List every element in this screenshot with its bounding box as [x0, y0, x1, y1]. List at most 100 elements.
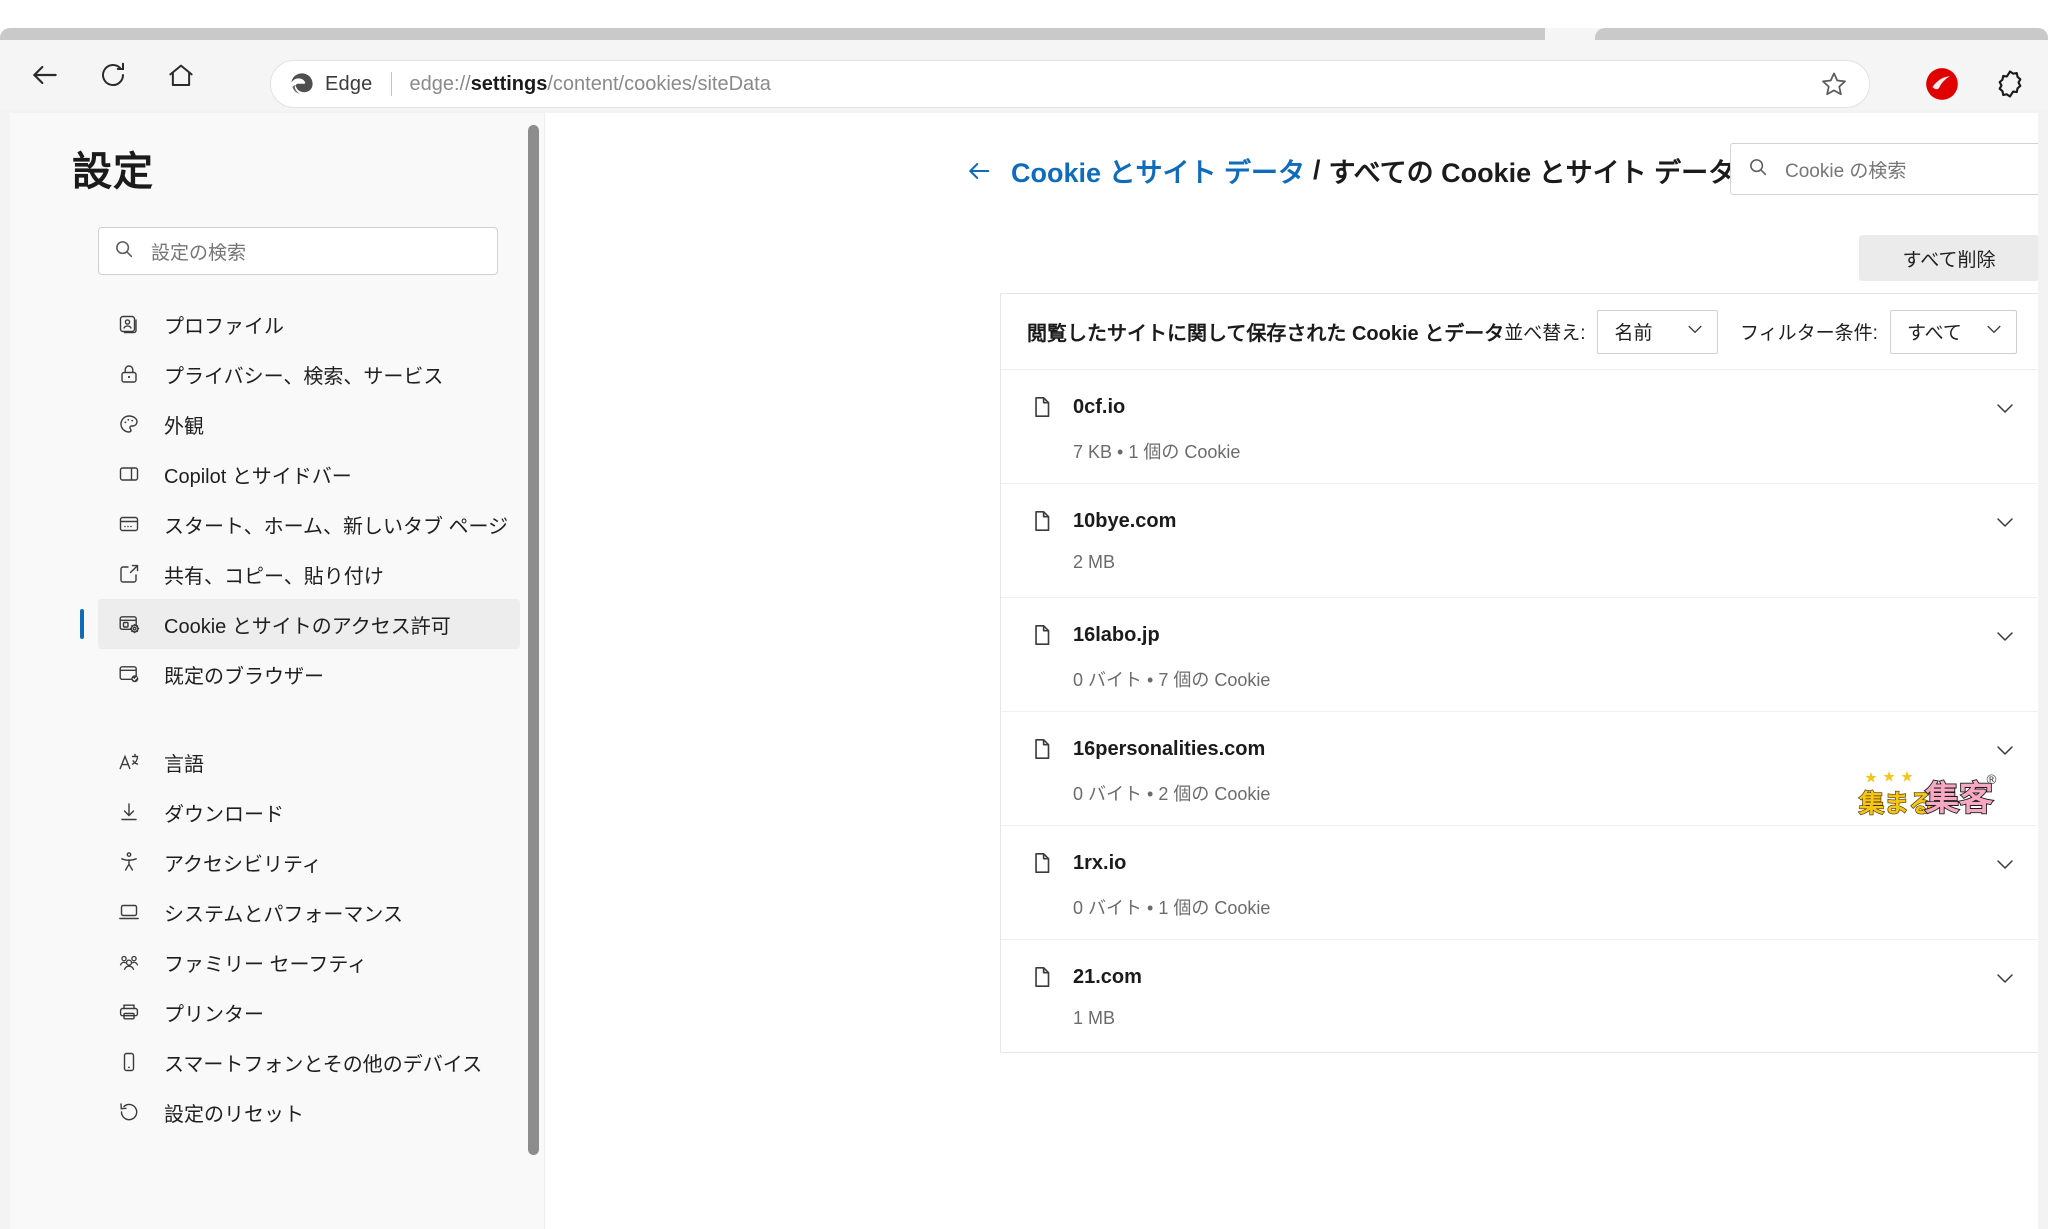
sidebar-item-label: スマートフォンとその他のデバイス — [164, 1053, 483, 1076]
cookie-row[interactable]: 1rx.io 0 バイト • 1 個の Cookie — [1001, 826, 2038, 940]
sidebar-item-profile[interactable]: プロファイル — [98, 299, 520, 349]
cookie-row-domain: 21.com — [1073, 966, 1142, 988]
sidebar-item-accessibility[interactable]: アクセシビリティ — [98, 837, 520, 887]
sidebar-item-appearance[interactable]: 外観 — [98, 399, 520, 449]
filter-select[interactable]: すべて — [1889, 309, 2017, 354]
settings-sidebar: 設定 設定の検索 プロファイル プライバシー、検索、サービス 外観 Copilo… — [10, 113, 545, 1229]
sidebar-item-label: システムとパフォーマンス — [164, 903, 403, 926]
chevron-down-icon — [1685, 319, 1705, 344]
omnibox-brand-label: Edge — [325, 72, 373, 95]
sidebar-item-cookies-site-permissions[interactable]: Cookie とサイトのアクセス許可 — [80, 599, 520, 649]
tab-shape-left — [0, 28, 1570, 40]
sidebar-item-system-performance[interactable]: システムとパフォーマンス — [98, 887, 520, 937]
chevron-down-icon[interactable] — [1993, 852, 2017, 881]
star-icon[interactable] — [1817, 67, 1851, 101]
sidebar-item-default-browser[interactable]: 既定のブラウザー — [98, 649, 520, 699]
sidebar-nav-group-2: 言語 ダウンロード アクセシビリティ システムとパフォーマンス ファミリー セー… — [10, 737, 544, 1137]
share-icon — [116, 561, 142, 587]
chevron-down-icon[interactable] — [1993, 624, 2017, 653]
page-title: 設定 — [72, 150, 154, 194]
cookie-row-meta: 7 KB • 1 個の Cookie — [1073, 442, 1241, 462]
cookie-row-domain: 16personalities.com — [1073, 738, 1266, 760]
cookie-row-meta: 0 バイト • 1 個の Cookie — [1073, 898, 1271, 918]
sidebar-item-label: 外観 — [164, 415, 204, 438]
sidebar-item-phone-other-devices[interactable]: スマートフォンとその他のデバイス — [98, 1037, 520, 1087]
sidebar-item-family-safety[interactable]: ファミリー セーフティ — [98, 937, 520, 987]
sidebar-item-label: プライバシー、検索、サービス — [164, 365, 444, 388]
phone-icon — [116, 1049, 142, 1075]
breadcrumb-parent-link[interactable]: Cookie とサイト データ — [1011, 151, 1305, 190]
back-arrow-icon — [29, 59, 61, 91]
back-arrow-icon[interactable] — [965, 157, 993, 185]
trend-micro-extension-icon[interactable] — [1918, 60, 1966, 108]
sidebar-item-privacy[interactable]: プライバシー、検索、サービス — [98, 349, 520, 399]
cookie-row[interactable]: 21.com 1 MB — [1001, 940, 2038, 1052]
sidebar-item-label: ファミリー セーフティ — [164, 953, 368, 976]
address-bar[interactable]: Edge edge://settings/content/cookies/sit… — [270, 60, 1870, 108]
system-icon — [116, 899, 142, 925]
sidebar-item-reset-settings[interactable]: 設定のリセット — [98, 1087, 520, 1137]
sort-select[interactable]: 名前 — [1597, 309, 1719, 354]
cookie-row[interactable]: 16personalities.com 0 バイト • 2 個の Cookie — [1001, 712, 2038, 826]
url-prefix: edge:// — [409, 72, 471, 95]
sidebar-item-downloads[interactable]: ダウンロード — [98, 787, 520, 837]
sidebar-group-divider — [10, 699, 544, 737]
settings-main-panel: Cookie とサイト データ / すべての Cookie とサイト データ C… — [545, 113, 2038, 1229]
cookie-row[interactable]: 10bye.com 2 MB — [1001, 484, 2038, 598]
document-icon — [1029, 508, 1055, 539]
sidebar-item-label: 既定のブラウザー — [164, 665, 324, 688]
cookie-permissions-icon — [116, 611, 142, 637]
cookie-row-meta: 1 MB — [1073, 1008, 1116, 1028]
chevron-down-icon — [1984, 319, 2004, 344]
chevron-down-icon[interactable] — [1993, 396, 2017, 425]
cookie-row-domain: 0cf.io — [1073, 396, 1126, 418]
cookie-row-meta: 2 MB — [1073, 552, 1116, 572]
tab-strip — [0, 0, 2048, 40]
sidebar-item-label: スタート、ホーム、新しいタブ ページ — [164, 515, 509, 538]
sidebar-item-label: Cookie とサイトのアクセス許可 — [164, 615, 451, 638]
cookie-list-card: 閲覧したサイトに関して保存された Cookie とデータ 並べ替え: 名前 フィ… — [1000, 293, 2038, 1053]
sidebar-item-languages[interactable]: 言語 — [98, 737, 520, 787]
reload-icon — [98, 60, 128, 90]
settings-search-placeholder: 設定の検索 — [151, 242, 247, 264]
remove-all-button[interactable]: すべて削除 — [1859, 235, 2038, 281]
settings-page: 設定 設定の検索 プロファイル プライバシー、検索、サービス 外観 Copilo… — [10, 113, 2038, 1229]
document-icon — [1029, 394, 1055, 425]
sidebar-item-share-copy-paste[interactable]: 共有、コピー、貼り付け — [98, 549, 520, 599]
newtab-icon — [116, 511, 142, 537]
chevron-down-icon[interactable] — [1993, 510, 2017, 539]
sidebar-item-printers[interactable]: プリンター — [98, 987, 520, 1037]
language-icon — [116, 749, 142, 775]
cookie-list-rows: 0cf.io 7 KB • 1 個の Cookie 10bye.com 2 MB 16l… — [1001, 370, 2038, 1052]
sidebar-item-label: 共有、コピー、貼り付け — [164, 565, 384, 588]
reload-button[interactable] — [86, 48, 140, 102]
cookie-row-meta: 0 バイト • 2 個の Cookie — [1073, 784, 1271, 804]
cookie-list-title: 閲覧したサイトに関して保存された Cookie とデータ — [1027, 323, 1505, 345]
browser-window: Edge edge://settings/content/cookies/sit… — [0, 0, 2048, 1229]
cookie-search-input[interactable]: Cookie の検索 — [1730, 143, 2038, 195]
cookie-row[interactable]: 0cf.io 7 KB • 1 個の Cookie — [1001, 370, 2038, 484]
profile-icon — [116, 311, 142, 337]
cookie-row-meta: 0 バイト • 7 個の Cookie — [1073, 670, 1271, 690]
sidebar-item-start-home-newtab[interactable]: スタート、ホーム、新しいタブ ページ — [98, 499, 520, 549]
sidebar-scrollbar-thumb[interactable] — [528, 125, 539, 1155]
cookie-search-placeholder: Cookie の検索 — [1785, 160, 1907, 182]
breadcrumb: Cookie とサイト データ / すべての Cookie とサイト データ — [965, 151, 1735, 190]
sidebar-item-label: 設定のリセット — [164, 1103, 304, 1126]
cookie-row-domain: 16labo.jp — [1073, 624, 1160, 646]
cookie-row-domain: 10bye.com — [1073, 510, 1177, 532]
printer-icon — [116, 999, 142, 1025]
sidebar-item-copilot-sidebar[interactable]: Copilot とサイドバー — [98, 449, 520, 499]
gear-extension-icon[interactable] — [1986, 60, 2034, 108]
home-icon — [166, 60, 196, 90]
chevron-down-icon[interactable] — [1993, 738, 2017, 767]
search-icon — [113, 238, 135, 265]
home-button[interactable] — [154, 48, 208, 102]
settings-search-input[interactable]: 設定の検索 — [98, 227, 498, 275]
document-icon — [1029, 850, 1055, 881]
cookie-row[interactable]: 16labo.jp 0 バイト • 7 個の Cookie — [1001, 598, 2038, 712]
omnibox-url[interactable]: edge://settings/content/cookies/siteData — [410, 73, 1817, 96]
chevron-down-icon[interactable] — [1993, 966, 2017, 995]
back-button[interactable] — [18, 48, 72, 102]
download-icon — [116, 799, 142, 825]
